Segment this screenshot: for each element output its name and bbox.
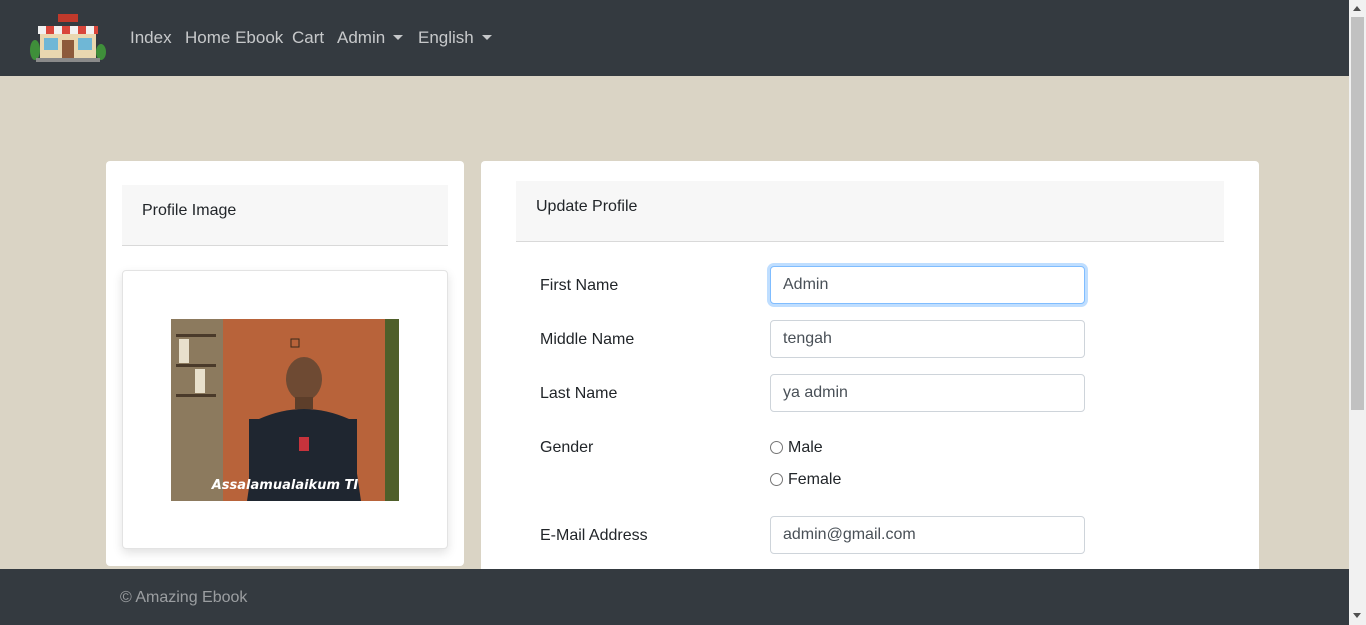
first-name-label: First Name xyxy=(540,277,619,294)
scroll-down-icon[interactable] xyxy=(1353,613,1361,618)
email-input[interactable] xyxy=(770,516,1085,554)
last-name-input[interactable] xyxy=(770,374,1085,412)
nav-admin-label: Admin xyxy=(337,28,386,47)
profile-picture: Assalamualaikum TI xyxy=(171,319,399,501)
nav-link-cart[interactable]: Cart xyxy=(292,28,324,48)
nav-language-label: English xyxy=(418,28,474,47)
caret-down-icon xyxy=(393,35,404,40)
gender-female-label: Female xyxy=(788,471,842,488)
update-profile-header: Update Profile xyxy=(516,181,1224,242)
gender-option-female[interactable]: Female xyxy=(770,471,841,489)
bookstore-logo-icon[interactable] xyxy=(30,12,106,64)
email-label: E-Mail Address xyxy=(540,527,648,544)
navbar: Index Home Ebook Cart Admin English xyxy=(0,0,1349,76)
nav-dropdown-admin[interactable]: Admin xyxy=(337,28,404,48)
middle-name-input[interactable] xyxy=(770,320,1085,358)
footer: © Amazing Ebook xyxy=(0,569,1349,625)
nav-link-home-ebook[interactable]: Home Ebook xyxy=(185,28,283,48)
profile-picture-caption: Assalamualaikum TI xyxy=(211,478,359,493)
last-name-label: Last Name xyxy=(540,385,618,402)
scrollbar-thumb[interactable] xyxy=(1351,17,1364,410)
radio-female[interactable] xyxy=(770,472,783,486)
middle-name-label: Middle Name xyxy=(540,331,635,348)
vertical-scrollbar[interactable] xyxy=(1349,0,1366,625)
caret-down-icon xyxy=(481,35,492,40)
gender-label: Gender xyxy=(540,439,594,456)
update-profile-card: Update Profile First Name Middle Name La… xyxy=(481,161,1259,581)
nav-dropdown-language[interactable]: English xyxy=(418,28,492,48)
first-name-input[interactable] xyxy=(770,266,1085,304)
radio-male[interactable] xyxy=(770,440,783,454)
footer-copyright: © Amazing Ebook xyxy=(120,589,248,606)
profile-image-frame: Assalamualaikum TI xyxy=(122,270,448,549)
gender-option-male[interactable]: Male xyxy=(770,439,823,457)
nav-link-index[interactable]: Index xyxy=(130,28,172,48)
profile-image-header: Profile Image xyxy=(122,185,448,246)
profile-image-card: Profile Image Assalamualaikum TI xyxy=(106,161,464,566)
gender-male-label: Male xyxy=(788,439,823,456)
scroll-up-icon[interactable] xyxy=(1353,6,1361,11)
